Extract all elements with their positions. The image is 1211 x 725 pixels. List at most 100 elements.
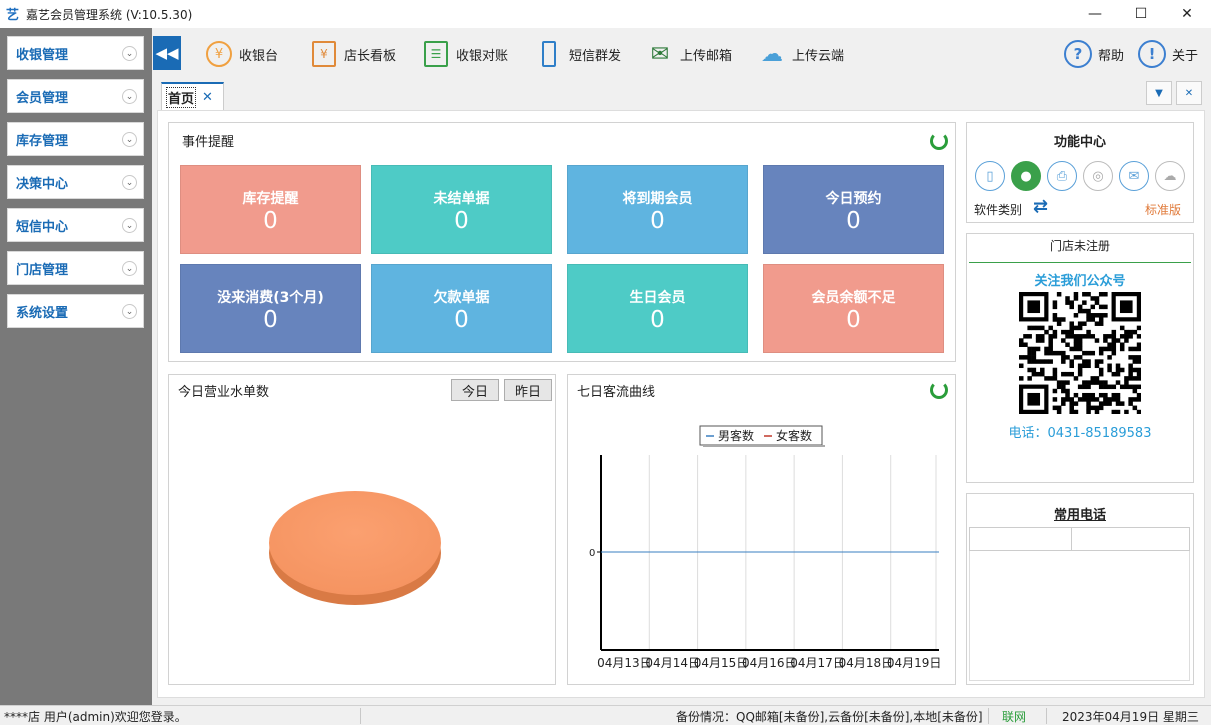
events-title: 事件提醒 — [182, 135, 235, 150]
event-card-value: 0 — [263, 307, 278, 333]
divider — [969, 262, 1191, 263]
sidebar-item-label: 门店管理 — [16, 262, 69, 278]
event-card[interactable]: 未结单据 0 — [371, 165, 552, 254]
pie-slice — [269, 491, 441, 595]
about-button[interactable]: ! 关于 — [1138, 34, 1198, 74]
sidebar-item-decision[interactable]: 决策中心 ⌄ — [7, 165, 144, 199]
x-tick-label: 04月14日 — [645, 656, 700, 670]
event-card-value: 0 — [846, 307, 861, 333]
x-tick-label: 04月15日 — [694, 656, 749, 670]
phone-icon[interactable]: ▯ — [975, 161, 1005, 191]
common-phones-title: 常用电话 — [1053, 508, 1106, 523]
event-card-label: 将到期会员 — [622, 191, 693, 207]
legend-label: 男客数 — [718, 428, 754, 443]
sidebar-item-sms[interactable]: 短信中心 ⌄ — [7, 208, 144, 242]
swap-icon[interactable]: ⇄ — [1033, 196, 1048, 217]
yen-circle-icon: ¥ — [205, 39, 233, 69]
event-card[interactable]: 今日预约 0 — [763, 165, 944, 254]
toolbar-label: 短信群发 — [569, 48, 622, 64]
event-card-value: 0 — [650, 208, 665, 234]
x-tick-label: 04月18日 — [839, 656, 894, 670]
sidebar-item-label: 短信中心 — [16, 219, 69, 235]
toolbar-label: 收银台 — [239, 48, 279, 64]
close-window-button[interactable]: ✕ — [1164, 0, 1210, 28]
software-type-label: 软件类别 — [974, 203, 1023, 217]
yesterday-button[interactable]: 昨日 — [504, 379, 552, 401]
phones-table-body — [969, 551, 1190, 681]
event-card[interactable]: 没来消费(3个月) 0 — [180, 264, 361, 353]
sidebar-item-cashier[interactable]: 收银管理 ⌄ — [7, 36, 144, 70]
x-tick-label: 04月17日 — [790, 656, 845, 670]
maximize-button[interactable]: ☐ — [1118, 0, 1164, 28]
mail-icon[interactable]: ✉ — [1119, 161, 1149, 191]
traffic-line-chart: 男客数 女客数004月13日04月14日04月15日04月16日04月17日04月… — [589, 425, 941, 670]
event-card-label: 生日会员 — [629, 290, 686, 306]
sidebar-item-inventory[interactable]: 库存管理 ⌄ — [7, 122, 144, 156]
toolbar-label: 店长看板 — [344, 48, 397, 64]
follow-label: 关注我们公众号 — [1034, 274, 1126, 289]
store-status: 门店未注册 — [1049, 239, 1110, 253]
calendar-yen-icon: ¥ — [310, 39, 338, 69]
title-bar: 艺 嘉艺会员管理系统 (V:10.5.30) — ☐ ✕ — [0, 0, 1211, 28]
store-info-panel: 门店未注册 关注我们公众号 电话：0431-85189583 — [966, 233, 1194, 483]
toolbar-sms-button[interactable]: 短信群发 — [535, 34, 621, 74]
store-phone: 电话：0431-85189583 — [1008, 426, 1152, 441]
common-phones-panel: 常用电话 — [966, 493, 1194, 685]
toolbar-reconcile-button[interactable]: ☰ 收银对账 — [422, 34, 508, 74]
help-label: 帮助 — [1098, 48, 1125, 64]
sidebar-item-stores[interactable]: 门店管理 ⌄ — [7, 251, 144, 285]
toolbar-cloud-upload-button[interactable]: ☁ 上传云端 — [758, 34, 844, 74]
date-status: 2023年04月19日 星期三 — [1062, 710, 1199, 724]
chevron-down-icon: ⌄ — [122, 132, 137, 147]
today-button[interactable]: 今日 — [451, 379, 499, 401]
legend-label: 女客数 — [776, 428, 812, 443]
edition-label: 标准版 — [1145, 203, 1182, 217]
collapse-sidebar-button[interactable]: ◀◀ — [153, 36, 181, 70]
home-content: 事件提醒 库存提醒 0 未结单据 0 将到期会员 0 今日预约 0 没来消费(3个月) 0 欠款单据… — [157, 110, 1205, 698]
fingerprint-icon[interactable]: ◎ — [1083, 161, 1113, 191]
toolbar-cashier-button[interactable]: ¥ 收银台 — [205, 34, 278, 74]
events-panel: 事件提醒 库存提醒 0 未结单据 0 将到期会员 0 今日预约 0 没来消费(3个月) 0 欠款单据… — [168, 122, 956, 362]
help-button[interactable]: ? 帮助 — [1064, 34, 1124, 74]
y-tick-label: 0 — [589, 548, 595, 559]
event-card-label: 未结单据 — [433, 191, 490, 207]
toolbar-dashboard-button[interactable]: ¥ 店长看板 — [310, 34, 396, 74]
tab-list-dropdown[interactable]: ▼ — [1146, 81, 1172, 105]
sidebar-item-members[interactable]: 会员管理 ⌄ — [7, 79, 144, 113]
event-card-label: 今日预约 — [825, 191, 882, 207]
close-all-tabs-button[interactable]: ✕ — [1176, 81, 1202, 105]
event-card[interactable]: 生日会员 0 — [567, 264, 748, 353]
toolbar-email-upload-button[interactable]: ✉ 上传邮箱 — [646, 34, 732, 74]
event-card[interactable]: 将到期会员 0 — [567, 165, 748, 254]
printer-icon[interactable]: ⎙ — [1047, 161, 1077, 191]
help-icon: ? — [1064, 40, 1092, 68]
event-card-label: 欠款单据 — [433, 290, 490, 306]
function-center-title: 功能中心 — [1053, 135, 1106, 150]
refresh-icon[interactable] — [930, 381, 948, 399]
tab-home-label: 首页 — [166, 86, 197, 108]
app-icon: 艺 — [6, 8, 20, 23]
x-tick-label: 04月13日 — [597, 656, 652, 670]
sidebar-item-settings[interactable]: 系统设置 ⌄ — [7, 294, 144, 328]
event-card[interactable]: 会员余额不足 0 — [763, 264, 944, 353]
event-card-value: 0 — [454, 307, 469, 333]
event-card-label: 库存提醒 — [242, 191, 299, 207]
sidebar-item-label: 会员管理 — [16, 90, 69, 106]
tab-home[interactable]: 首页 ✕ — [161, 82, 224, 110]
event-card[interactable]: 库存提醒 0 — [180, 165, 361, 254]
sidebar-item-label: 库存管理 — [16, 133, 69, 149]
close-icon[interactable]: ✕ — [202, 90, 213, 105]
status-bar: ****店 用户(admin)欢迎您登录。 备份情况：QQ邮箱[未备份],云备份… — [0, 705, 1211, 725]
event-card-value: 0 — [263, 208, 278, 234]
sidebar-item-label: 系统设置 — [16, 305, 69, 321]
cloud-icon[interactable]: ☁ — [1155, 161, 1185, 191]
chevron-down-icon: ⌄ — [122, 304, 137, 319]
wechat-icon[interactable]: ● — [1011, 161, 1041, 191]
chevron-down-icon: ⌄ — [122, 261, 137, 276]
minimize-button[interactable]: — — [1072, 0, 1118, 28]
phone-icon — [535, 39, 563, 69]
event-card[interactable]: 欠款单据 0 — [371, 264, 552, 353]
about-label: 关于 — [1172, 48, 1199, 64]
user-status: ****店 用户(admin)欢迎您登录。 — [4, 710, 187, 724]
refresh-icon[interactable] — [930, 132, 948, 150]
